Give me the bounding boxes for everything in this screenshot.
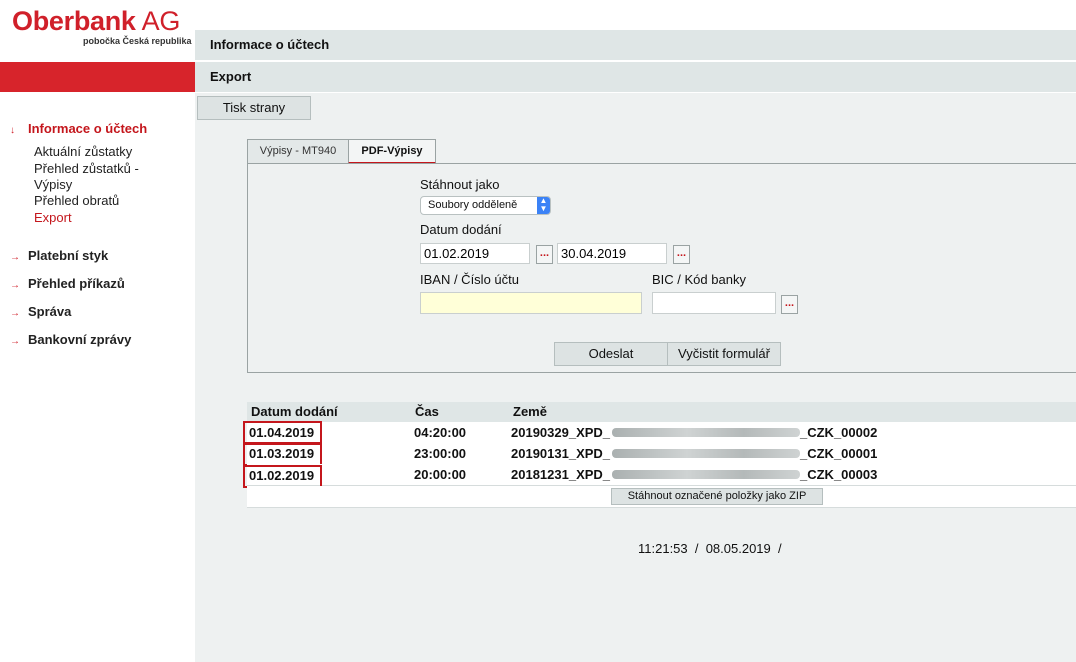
row-file-prefix[interactable]: 20181231_XPD_ (511, 464, 610, 485)
row-time: 04:20:00 (414, 425, 467, 440)
row-date[interactable]: 01.03.2019 (249, 443, 314, 464)
sidebar-section-payments[interactable]: → Platební styk (10, 248, 108, 263)
column-header-date: Datum dodání (251, 404, 338, 419)
bic-input[interactable] (652, 292, 776, 314)
arrow-right-icon: → (10, 308, 20, 319)
page-subtitle: Export (210, 69, 252, 84)
row-file-prefix[interactable]: 20190329_XPD_ (511, 422, 610, 443)
iban-label: IBAN / Číslo účtu (420, 272, 519, 287)
iban-input[interactable] (420, 292, 642, 314)
print-button[interactable]: Tisk strany (197, 96, 311, 120)
sidebar-item-balance-overview[interactable]: Přehled zůstatků - Výpisy (34, 161, 139, 193)
sidebar-section-label: Přehled příkazů (28, 276, 125, 291)
row-file-suffix[interactable]: _CZK_00002 (800, 422, 877, 443)
redacted-area (612, 470, 800, 479)
logo-suffix: AG (141, 6, 181, 36)
row-time: 23:00:00 (414, 446, 467, 461)
row-date[interactable]: 01.04.2019 (249, 422, 314, 443)
tab-mt940[interactable]: Výpisy - MT940 (247, 139, 349, 164)
column-header-time: Čas (415, 404, 439, 419)
date-to-picker-button[interactable]: ... (673, 245, 690, 264)
clear-form-button[interactable]: Vyčistit formulář (667, 342, 781, 366)
arrow-right-icon: → (10, 280, 20, 291)
bic-lookup-button[interactable]: ... (781, 295, 798, 314)
redacted-area (612, 428, 800, 437)
sidebar-item-label-line2: Výpisy (34, 177, 73, 192)
row-date[interactable]: 01.02.2019 (249, 465, 314, 486)
row-file-prefix[interactable]: 20190131_XPD_ (511, 443, 610, 464)
timestamp: 11:21:53 / 08.05.2019 / (638, 541, 782, 556)
table-header (247, 402, 1076, 422)
download-zip-button[interactable]: Stáhnout označené položky jako ZIP (611, 488, 823, 505)
sidebar-section-label: Platební styk (28, 248, 109, 263)
sidebar-section-label: Bankovní zprávy (28, 332, 132, 347)
sidebar-section-administration[interactable]: → Správa (10, 304, 71, 319)
delivery-date-label: Datum dodání (420, 222, 502, 237)
row-time: 20:00:00 (414, 467, 467, 482)
row-file-suffix[interactable]: _CZK_00001 (800, 443, 877, 464)
brand-bar (0, 62, 195, 92)
bic-label: BIC / Kód banky (652, 272, 746, 287)
sidebar-section-bank-messages[interactable]: → Bankovní zprávy (10, 332, 131, 347)
submit-button[interactable]: Odeslat (554, 342, 668, 366)
sidebar-section-label: Informace o účtech (28, 121, 148, 136)
date-to-input[interactable] (557, 243, 667, 264)
sidebar-item-label: Přehled zůstatků - (34, 161, 139, 176)
logo[interactable]: Oberbank AG (12, 6, 180, 37)
arrow-right-icon: → (10, 336, 20, 347)
logo-brand: Oberbank (12, 6, 136, 36)
chevron-updown-icon: ▲ ▼ (537, 197, 550, 214)
download-as-label: Stáhnout jako (420, 177, 500, 192)
date-from-picker-button[interactable]: ... (536, 245, 553, 264)
sidebar-item-export[interactable]: Export (34, 210, 72, 226)
logo-subtitle: pobočka Česká republika (83, 36, 192, 46)
redacted-area (612, 449, 800, 458)
download-as-value: Soubory odděleně (428, 199, 518, 211)
sidebar-section-account-info[interactable]: ↓ Informace o účtech (10, 121, 147, 136)
date-from-input[interactable] (420, 243, 530, 264)
header-bar: Informace o účtech (195, 30, 1076, 61)
sidebar-item-turnover-overview[interactable]: Přehled obratů (34, 193, 119, 209)
arrow-down-icon: ↓ (10, 125, 15, 136)
column-header-country: Země (513, 404, 547, 419)
sidebar-section-label: Správa (28, 304, 72, 319)
row-file-suffix[interactable]: _CZK_00003 (800, 464, 877, 485)
download-as-select[interactable]: Soubory odděleně ▲ ▼ (420, 196, 551, 215)
arrow-right-icon: → (10, 252, 20, 263)
subheader-bar: Export (195, 62, 1076, 93)
sidebar-section-orders[interactable]: → Přehled příkazů (10, 276, 125, 291)
tab-pdf-statements[interactable]: PDF-Výpisy (348, 139, 436, 164)
sidebar-item-current-balances[interactable]: Aktuální zůstatky (34, 144, 132, 160)
page-title: Informace o účtech (210, 37, 330, 52)
